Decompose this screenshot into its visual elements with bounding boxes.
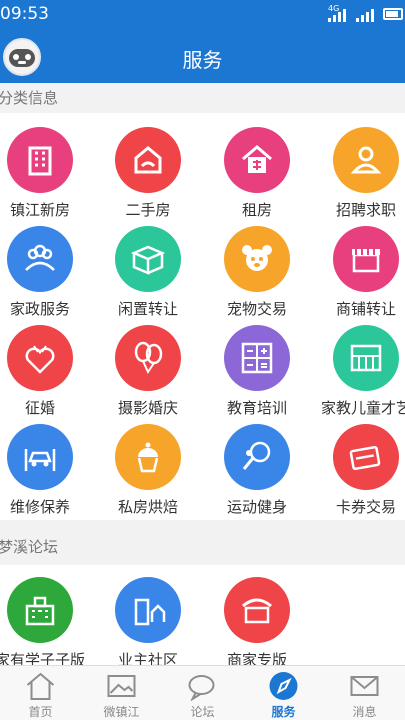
person-icon bbox=[333, 127, 399, 193]
tab-home[interactable]: 首页 bbox=[0, 666, 81, 720]
service-tile[interactable]: 运动健身 bbox=[202, 424, 312, 524]
school-icon bbox=[7, 577, 73, 643]
section-header-classified: 分类信息 bbox=[0, 83, 405, 111]
service-tile[interactable]: 家教儿童才艺 bbox=[311, 325, 405, 425]
shop-icon bbox=[333, 226, 399, 292]
status-time: 09:53 bbox=[0, 4, 49, 24]
service-tile[interactable]: 商铺转让 bbox=[311, 226, 405, 326]
service-tile[interactable]: 二手房 bbox=[93, 127, 203, 227]
status-bar: 09:53 4G bbox=[0, 0, 405, 30]
tab-label: 消息 bbox=[352, 705, 377, 719]
section-title: 分类信息 bbox=[0, 89, 59, 107]
service-tile-label: 招聘求职 bbox=[335, 201, 396, 219]
service-tile[interactable]: 摄影婚庆 bbox=[93, 325, 203, 425]
section-title: 梦溪论坛 bbox=[0, 538, 59, 556]
card-icon bbox=[333, 424, 399, 490]
service-tile[interactable]: 商家专版 bbox=[202, 577, 312, 677]
piano-icon bbox=[333, 325, 399, 391]
community-icon bbox=[115, 577, 181, 643]
pet-icon bbox=[224, 226, 290, 292]
balloon-icon bbox=[115, 325, 181, 391]
building-icon bbox=[7, 127, 73, 193]
app-bar: 服务 bbox=[0, 30, 405, 83]
section-header-forum: 梦溪论坛 bbox=[0, 532, 405, 560]
service-tile[interactable]: 宠物交易 bbox=[202, 226, 312, 326]
service-tile[interactable]: 家有学子子版 bbox=[0, 577, 95, 677]
cupcake-icon bbox=[115, 424, 181, 490]
service-tile[interactable]: 维修保养 bbox=[0, 424, 95, 524]
service-tile[interactable]: 征婚 bbox=[0, 325, 95, 425]
store-icon bbox=[224, 577, 290, 643]
service-tile[interactable]: 招聘求职 bbox=[311, 127, 405, 227]
signal-icon bbox=[356, 8, 376, 22]
service-tile[interactable]: 闲置转让 bbox=[93, 226, 203, 326]
racket-icon bbox=[224, 424, 290, 490]
tab-image[interactable]: 微镇江 bbox=[81, 666, 162, 720]
car-lift-icon bbox=[7, 424, 73, 490]
bottom-tab-bar: 首页 微镇江 论坛 服务 消息 bbox=[0, 665, 405, 720]
service-tile[interactable]: 业主社区 bbox=[93, 577, 203, 677]
tab-label: 微镇江 bbox=[103, 705, 140, 719]
tab-compass[interactable]: 服务 bbox=[243, 666, 324, 720]
service-tile[interactable]: 镇江新房 bbox=[0, 127, 95, 227]
group-icon bbox=[7, 226, 73, 292]
service-tile-label: 卡券交易 bbox=[335, 498, 396, 516]
forum-grid: 家有学子子版 业主社区 商家专版 bbox=[0, 565, 405, 669]
service-tile-label: 家教儿童才艺 bbox=[320, 399, 405, 417]
tab-chat[interactable]: 论坛 bbox=[162, 666, 243, 720]
service-tile[interactable]: 私房烘焙 bbox=[93, 424, 203, 524]
signal-icon bbox=[328, 8, 348, 22]
service-tile-label: 商铺转让 bbox=[335, 300, 396, 318]
service-tile[interactable]: 租房 bbox=[202, 127, 312, 227]
tab-label: 服务 bbox=[271, 705, 296, 719]
classified-grid: 镇江新房 二手房 租房招聘求职家政服务 闲置转让 宠物交易商铺转让征婚 摄影婚庆 教育培训家… bbox=[0, 113, 405, 520]
box-icon bbox=[115, 226, 181, 292]
page-title: 服务 bbox=[182, 48, 223, 72]
service-tile[interactable]: 家政服务 bbox=[0, 226, 95, 326]
tab-label: 首页 bbox=[28, 705, 53, 719]
service-tile[interactable]: 卡券交易 bbox=[311, 424, 405, 524]
house-rent-icon bbox=[224, 127, 290, 193]
service-tile[interactable]: 教育培训 bbox=[202, 325, 312, 425]
hearts-icon bbox=[7, 325, 73, 391]
tab-label: 论坛 bbox=[190, 705, 215, 719]
tab-mail[interactable]: 消息 bbox=[324, 666, 405, 720]
battery-icon bbox=[383, 8, 403, 20]
calculator-icon bbox=[224, 325, 290, 391]
house-hand-icon bbox=[115, 127, 181, 193]
